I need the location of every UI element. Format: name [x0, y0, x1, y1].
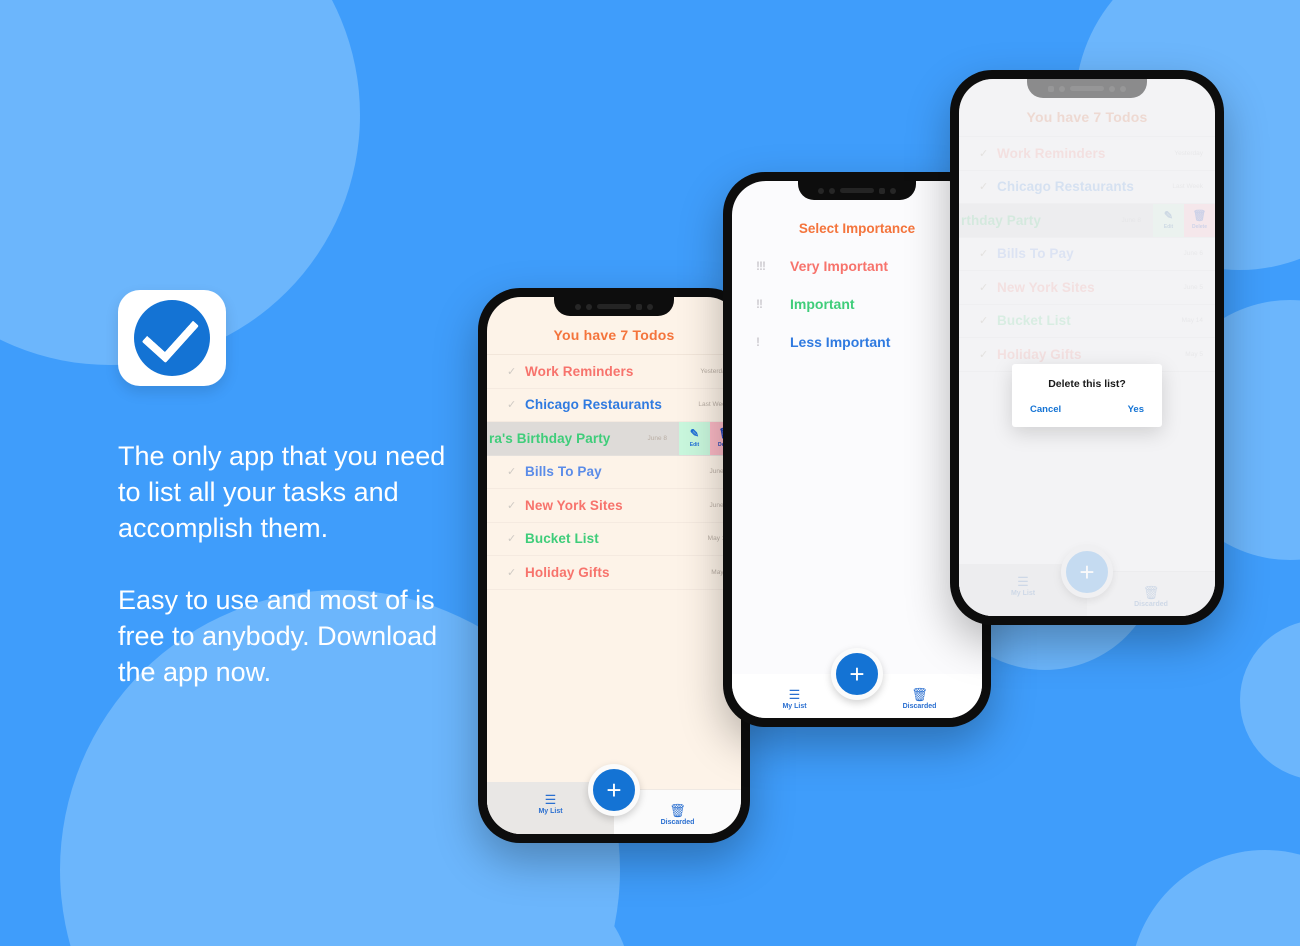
- modal-scrim[interactable]: [959, 79, 1215, 616]
- cancel-button[interactable]: Cancel: [1030, 404, 1061, 415]
- todo-list[interactable]: ✓ Work Reminders Yesterday ✓ Chicago Restaur…: [487, 355, 741, 789]
- dialog-actions: Cancel Yes: [1012, 390, 1162, 415]
- swipe-edit-label: Edit: [689, 441, 700, 448]
- checkmark-icon: [134, 300, 210, 376]
- importance-option-label: Important: [790, 296, 855, 312]
- tab-discarded[interactable]: 🗑 Discarded: [614, 804, 741, 834]
- todo-title: Work Reminders: [525, 363, 634, 379]
- todo-date: June 8: [647, 434, 667, 442]
- todo-row[interactable]: ✓Bucket ListMay 14: [487, 523, 741, 556]
- phone-1-bottom-nav: ☰ My List 🗑 Discarded +: [487, 764, 741, 834]
- todo-row[interactable]: ✓Holiday GiftsMay 5: [487, 556, 741, 590]
- sensor-3-icon: [647, 303, 653, 310]
- exclamation-icon: !!!: [756, 259, 766, 273]
- tab-my-list-label: My List: [782, 703, 807, 710]
- phone-mockup-delete-dialog: You have 7 Todos ✓Work RemindersYesterda…: [950, 70, 1224, 625]
- promo-block: The only app that you need to list all y…: [118, 290, 468, 690]
- check-icon: ✓: [507, 566, 517, 579]
- confirm-yes-button[interactable]: Yes: [1128, 404, 1144, 415]
- phone-1-screen: You have 7 Todos ✓ Work Reminders Yesterda…: [487, 297, 741, 834]
- tab-my-list-label: My List: [538, 808, 563, 815]
- todo-title: New York Sites: [525, 497, 623, 513]
- add-todo-fab[interactable]: +: [831, 648, 883, 700]
- todo-title: Chicago Restaurants: [525, 397, 662, 413]
- bg-circle-bottom-right: [1130, 850, 1300, 946]
- promo-paragraph-2: Easy to use and most of is free to anybo…: [118, 585, 438, 687]
- phone-1-screen-frame: You have 7 Todos ✓ Work Reminders Yesterda…: [487, 297, 741, 834]
- pencil-icon: ✎: [689, 427, 700, 440]
- todo-title: Holiday Gifts: [525, 564, 610, 580]
- earpiece-speaker-icon: [597, 304, 631, 309]
- sensor-icon: [586, 303, 592, 310]
- importance-option[interactable]: !! Important: [732, 296, 982, 312]
- importance-options[interactable]: !!! Very Important!! Important! Less Import…: [732, 236, 982, 674]
- check-icon: ✓: [507, 499, 517, 512]
- sensor-3-icon: [890, 187, 896, 194]
- todo-row[interactable]: ra's Birthday PartyJune 8✎Edit🗑Delete: [487, 422, 741, 456]
- exclamation-icon: !!: [756, 297, 763, 311]
- importance-option[interactable]: ! Less Important: [732, 334, 982, 350]
- importance-option[interactable]: !!! Very Important: [732, 258, 982, 274]
- check-glyph: [141, 304, 199, 364]
- todo-row[interactable]: ✓Work RemindersYesterday: [487, 355, 741, 389]
- todo-row[interactable]: ✓Bills To PayJune 6: [487, 456, 741, 489]
- importance-option-label: Less Important: [790, 334, 891, 350]
- sensor-2-icon: [879, 187, 885, 194]
- check-icon: ✓: [507, 399, 517, 412]
- camera-icon: [818, 187, 824, 194]
- archive-icon: 🗑: [911, 687, 928, 702]
- delete-confirm-dialog: Delete this list? Cancel Yes: [1012, 364, 1162, 427]
- list-icon: ☰: [544, 792, 557, 807]
- tab-discarded-label: Discarded: [660, 819, 695, 826]
- phone-2-notch: [798, 181, 916, 200]
- todo-title: Bucket List: [525, 531, 599, 547]
- tab-discarded[interactable]: 🗑 Discarded: [857, 688, 982, 718]
- swipe-edit-button[interactable]: ✎Edit: [679, 422, 710, 455]
- phone-3-screen-frame: You have 7 Todos ✓Work RemindersYesterda…: [959, 79, 1215, 616]
- todo-row[interactable]: ✓Chicago RestaurantsLast Week: [487, 389, 741, 422]
- importance-option-label: Very Important: [790, 258, 889, 274]
- todo-title: Bills To Pay: [525, 464, 602, 480]
- todo-title: ra's Birthday Party: [489, 430, 611, 446]
- promo-paragraph-1: The only app that you need to list all y…: [118, 441, 446, 543]
- exclamation-icon: !: [756, 335, 760, 349]
- sensor-icon: [829, 187, 835, 194]
- phone-1-notch: [554, 297, 674, 316]
- phone-mockup-list: You have 7 Todos ✓ Work Reminders Yesterda…: [478, 288, 750, 843]
- archive-icon: 🗑: [669, 803, 686, 818]
- tab-discarded-label: Discarded: [902, 703, 937, 710]
- dialog-title: Delete this list?: [1048, 378, 1126, 390]
- sensor-2-icon: [636, 303, 642, 310]
- phone-2-bottom-nav: ☰ My List 🗑 Discarded +: [732, 648, 982, 718]
- check-icon: ✓: [507, 533, 517, 546]
- check-icon: ✓: [507, 466, 517, 479]
- check-icon: ✓: [507, 365, 517, 378]
- add-todo-fab[interactable]: +: [588, 764, 640, 816]
- phone-2-screen: Select Importance !!! Very Important!! Imp…: [732, 181, 982, 718]
- bg-circle-right-lower: [1240, 620, 1300, 780]
- earpiece-speaker-icon: [840, 188, 874, 193]
- todo-row[interactable]: ✓New York SitesJune 5: [487, 489, 741, 523]
- app-logo: [118, 290, 226, 386]
- camera-icon: [575, 303, 581, 310]
- list-icon: ☰: [788, 687, 801, 702]
- phone-2-screen-frame: Select Importance !!! Very Important!! Imp…: [732, 181, 982, 718]
